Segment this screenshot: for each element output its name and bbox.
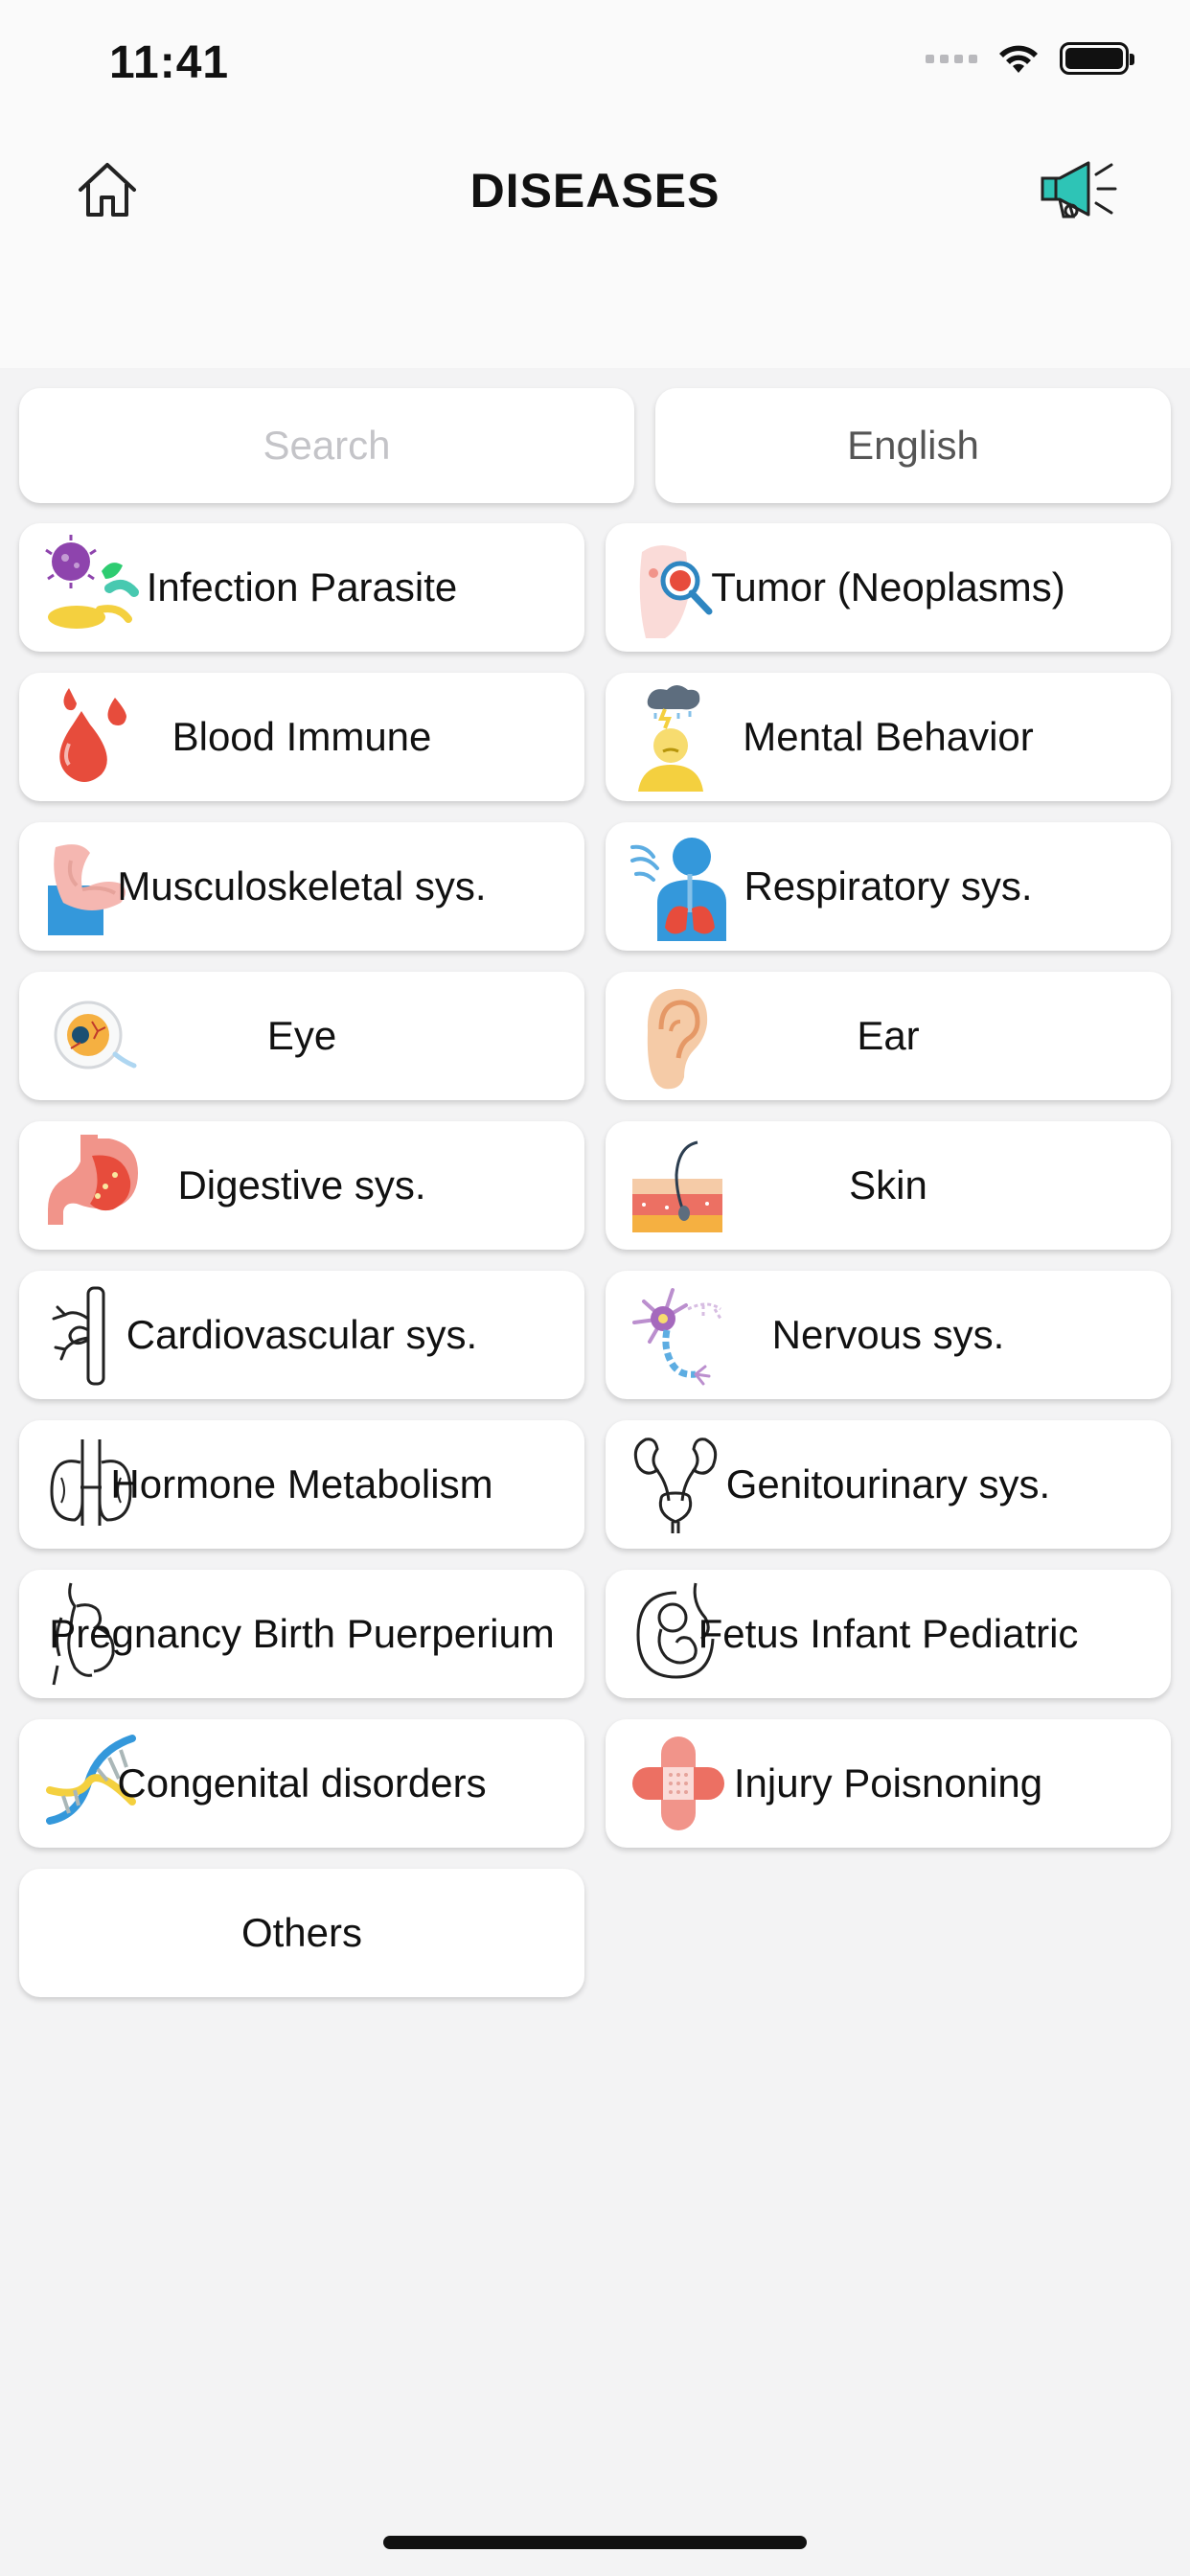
category-label: Nervous sys. xyxy=(771,1312,1005,1357)
category-label: Respiratory sys. xyxy=(744,863,1033,908)
category-genitourinary[interactable]: Genitourinary sys. xyxy=(606,1420,1171,1549)
category-tumor-neoplasms[interactable]: Tumor (Neoplasms) xyxy=(606,523,1171,652)
category-congenital[interactable]: Congenital disorders xyxy=(19,1719,584,1848)
category-skin[interactable]: Skin xyxy=(606,1121,1171,1250)
category-label: Fetus Infant Pediatric xyxy=(698,1611,1079,1656)
category-fetus-infant[interactable]: Fetus Infant Pediatric xyxy=(606,1570,1171,1698)
category-hormone-metabolism[interactable]: Hormone Metabolism xyxy=(19,1420,584,1549)
battery-icon xyxy=(1060,42,1134,75)
category-label: Musculoskeletal sys. xyxy=(117,863,487,908)
category-label: Skin xyxy=(849,1162,927,1208)
lungs-icon xyxy=(629,832,728,941)
wifi-icon xyxy=(999,45,1038,73)
category-label: Eye xyxy=(266,1013,337,1058)
language-selector[interactable]: English xyxy=(655,388,1171,503)
kidneys-icon xyxy=(629,1430,728,1539)
eye-icon xyxy=(42,981,142,1091)
category-others[interactable]: Others xyxy=(19,1869,584,1997)
cellular-signal-icon xyxy=(926,54,977,63)
category-label: Genitourinary sys. xyxy=(725,1461,1051,1506)
category-injury-poisoning[interactable]: Injury Poisnoning xyxy=(606,1719,1171,1848)
category-label: Digestive sys. xyxy=(177,1162,426,1208)
blood-drops-icon xyxy=(42,682,142,792)
search-input[interactable] xyxy=(19,423,634,469)
category-infection-parasite[interactable]: Infection Parasite xyxy=(19,523,584,652)
category-ear[interactable]: Ear xyxy=(606,972,1171,1100)
category-label: Tumor (Neoplasms) xyxy=(711,564,1065,610)
navigation-bar: DISEASES xyxy=(0,134,1190,249)
bandage-icon xyxy=(629,1729,728,1838)
announcement-button[interactable] xyxy=(1039,155,1125,224)
bacteria-icon xyxy=(42,533,142,642)
category-nervous[interactable]: Nervous sys. xyxy=(606,1271,1171,1399)
megaphone-icon xyxy=(1041,161,1117,218)
category-label: Hormone Metabolism xyxy=(110,1461,493,1506)
home-indicator[interactable] xyxy=(383,2536,807,2549)
status-bar: 11:41 xyxy=(0,0,1190,134)
ear-icon xyxy=(629,981,728,1091)
category-label: Ear xyxy=(857,1013,920,1058)
category-label: Others xyxy=(240,1910,363,1955)
category-label: Infection Parasite xyxy=(146,564,458,610)
mental-stress-icon xyxy=(629,682,728,792)
category-label: Mental Behavior xyxy=(743,714,1034,759)
category-musculoskeletal[interactable]: Musculoskeletal sys. xyxy=(19,822,584,951)
category-eye[interactable]: Eye xyxy=(19,972,584,1100)
category-blood-immune[interactable]: Blood Immune xyxy=(19,673,584,801)
category-cardiovascular[interactable]: Cardiovascular sys. xyxy=(19,1271,584,1399)
category-mental-behavior[interactable]: Mental Behavior xyxy=(606,673,1171,801)
category-digestive[interactable]: Digestive sys. xyxy=(19,1121,584,1250)
skin-layer-icon xyxy=(629,1131,728,1240)
status-icons xyxy=(926,42,1134,75)
category-pregnancy-birth[interactable]: Pregnancy Birth Puerperium xyxy=(19,1570,584,1698)
category-label: Blood Immune xyxy=(172,714,432,759)
neuron-icon xyxy=(629,1280,728,1390)
category-label: Cardiovascular sys. xyxy=(126,1312,478,1357)
language-label: English xyxy=(847,423,979,468)
category-label: Congenital disorders xyxy=(117,1760,487,1806)
stomach-icon xyxy=(42,1131,142,1240)
header-spacer xyxy=(0,249,1190,368)
search-box[interactable] xyxy=(19,388,634,503)
page-title: DISEASES xyxy=(469,164,721,218)
category-label: Pregnancy Birth Puerperium xyxy=(49,1611,555,1656)
category-label: Injury Poisnoning xyxy=(733,1760,1043,1806)
status-time: 11:41 xyxy=(109,37,230,88)
category-respiratory[interactable]: Respiratory sys. xyxy=(606,822,1171,951)
